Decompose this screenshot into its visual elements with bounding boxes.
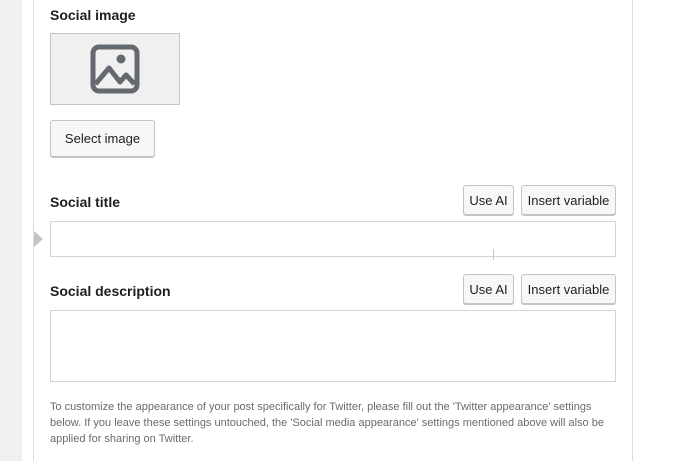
social-description-insert-variable-button[interactable]: Insert variable [521,274,616,304]
social-title-use-ai-button[interactable]: Use AI [463,185,514,215]
twitter-help-text: To customize the appearance of your post… [50,401,604,445]
social-title-label: Social title [50,194,121,210]
social-image-label: Social image [50,7,136,23]
social-title-insert-variable-button[interactable]: Insert variable [521,185,616,215]
image-icon [90,44,140,94]
caret-right-icon [34,231,43,247]
text-cursor [493,249,494,260]
social-description-label: Social description [50,283,171,299]
social-image-preview[interactable] [50,33,180,105]
left-gutter [0,0,22,461]
social-title-input[interactable] [50,221,616,257]
select-image-button[interactable]: Select image [50,120,155,157]
social-description-textarea[interactable] [50,310,616,382]
social-description-use-ai-button[interactable]: Use AI [463,274,514,304]
